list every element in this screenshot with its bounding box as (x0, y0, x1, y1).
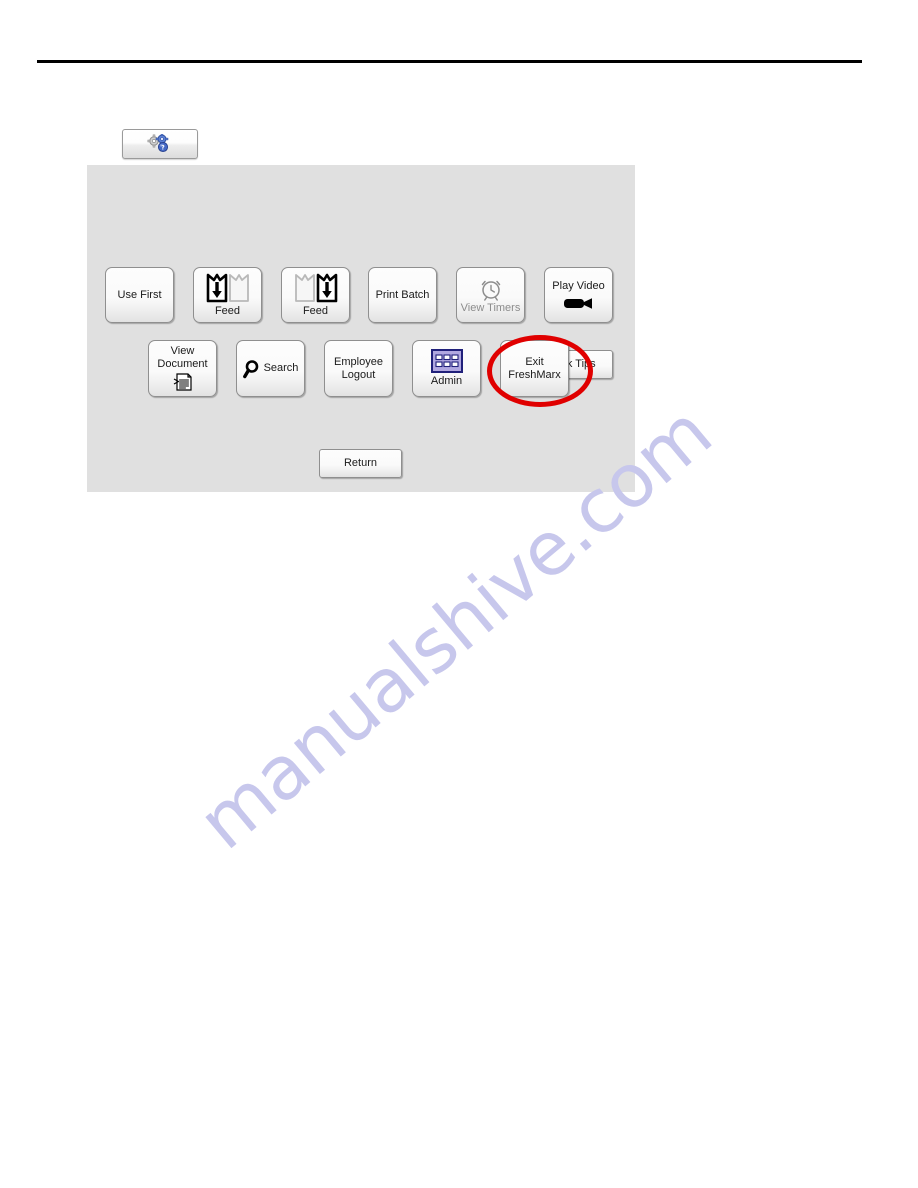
employee-logout-label: Employee Logout (334, 355, 383, 381)
view-timers-button[interactable]: View Timers (456, 267, 525, 323)
search-label: Search (263, 362, 299, 374)
svg-text:?: ? (161, 144, 165, 151)
print-batch-button[interactable]: Print Batch (368, 267, 437, 323)
freshmarx-tools-panel: Quick Tips Use First Feed Feed Print Bat… (87, 165, 635, 492)
page-header-rule (37, 60, 862, 63)
view-document-button[interactable]: View Document (148, 340, 217, 397)
alarm-clock-icon (476, 276, 506, 302)
feed-left-label: Feed (214, 305, 241, 317)
view-document-label: View Document (157, 345, 208, 370)
feed-left-icon (205, 272, 251, 304)
exit-freshmarx-label: Exit FreshMarx (508, 355, 561, 381)
video-camera-icon (562, 296, 596, 310)
admin-label: Admin (430, 375, 463, 387)
magnifier-icon (242, 359, 262, 379)
feed-right-button[interactable]: Feed (281, 267, 350, 323)
feed-right-icon (293, 272, 339, 304)
admin-button[interactable]: Admin (412, 340, 481, 397)
return-button[interactable]: Return (319, 449, 402, 478)
exit-freshmarx-button[interactable]: Exit FreshMarx (500, 340, 569, 397)
document-icon (172, 372, 194, 392)
search-button[interactable]: Search (236, 340, 305, 397)
use-first-label: Use First (117, 288, 162, 301)
play-video-button[interactable]: Play Video (544, 267, 613, 323)
feed-right-label: Feed (302, 305, 329, 317)
return-label: Return (343, 457, 378, 469)
employee-logout-button[interactable]: Employee Logout (324, 340, 393, 397)
play-video-label: Play Video (552, 280, 605, 292)
feed-left-button[interactable]: Feed (193, 267, 262, 323)
view-timers-label: View Timers (460, 301, 521, 314)
gears-help-tool-tile[interactable]: ? (122, 129, 198, 159)
gears-help-icon: ? (146, 134, 174, 154)
use-first-button[interactable]: Use First (105, 267, 174, 323)
keypad-icon (430, 349, 463, 373)
print-batch-label: Print Batch (375, 288, 430, 301)
